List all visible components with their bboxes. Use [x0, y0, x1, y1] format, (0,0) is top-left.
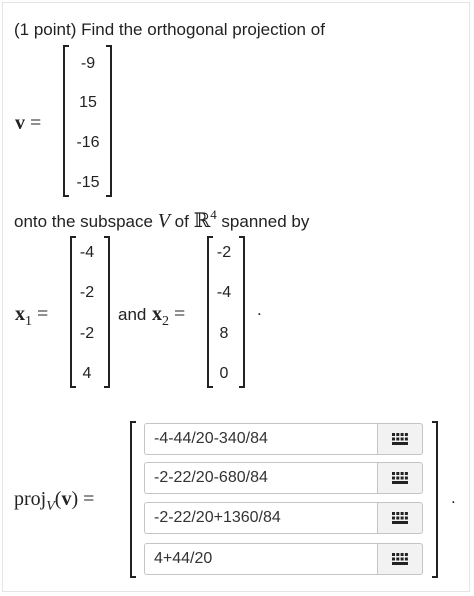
answer-row-3: -2-22/20+1360/84: [144, 502, 423, 534]
v-entry-1: -9: [80, 55, 96, 72]
v-entry-2: 15: [79, 94, 97, 111]
answer-right-bracket: [432, 421, 438, 578]
x1-label: x1 =: [15, 303, 49, 329]
v-entry-4: -15: [76, 174, 100, 191]
math-keyboard-button-3[interactable]: [377, 502, 423, 534]
math-keyboard-button-1[interactable]: [377, 423, 423, 455]
x1-entry-4: 4: [82, 365, 92, 382]
answer-input-4[interactable]: 4+44/20: [144, 543, 377, 575]
v-label: v =: [15, 112, 42, 134]
subspace-sentence: onto the subspace V of ℝ4 spanned by: [14, 207, 310, 232]
keyboard-grid-icon: [392, 472, 408, 484]
answer-input-3[interactable]: -2-22/20+1360/84: [144, 502, 377, 534]
answer-input-2[interactable]: -2-22/20-680/84: [144, 462, 377, 494]
answer-row-1: -4-44/20-340/84: [144, 423, 423, 455]
x2-entry-2: -4: [216, 284, 232, 301]
x1-entry-1: -4: [79, 244, 95, 261]
problem-intro: (1 point) Find the orthogonal projection…: [14, 20, 325, 39]
projection-label: projV(v) =: [14, 488, 95, 514]
x2-entry-4: 0: [219, 365, 229, 382]
x2-entry-1: -2: [216, 244, 232, 261]
answer-row-4: 4+44/20: [144, 543, 423, 575]
x2-entry-3: 8: [219, 325, 229, 342]
math-keyboard-button-2[interactable]: [377, 462, 423, 494]
answer-period: .: [451, 488, 456, 507]
keyboard-grid-icon: [392, 433, 408, 445]
and-word: and: [118, 305, 147, 324]
x-period: .: [257, 300, 262, 319]
x1-entry-2: -2: [79, 284, 95, 301]
x1-entry-3: -2: [79, 325, 95, 342]
answer-input-1[interactable]: -4-44/20-340/84: [144, 423, 377, 455]
v-entry-3: -16: [76, 134, 100, 151]
keyboard-grid-icon: [392, 553, 408, 565]
answer-left-bracket: [130, 421, 136, 578]
keyboard-grid-icon: [392, 512, 408, 524]
x2-label: x2 =: [152, 303, 186, 329]
answer-row-2: -2-22/20-680/84: [144, 462, 423, 494]
math-keyboard-button-4[interactable]: [377, 543, 423, 575]
